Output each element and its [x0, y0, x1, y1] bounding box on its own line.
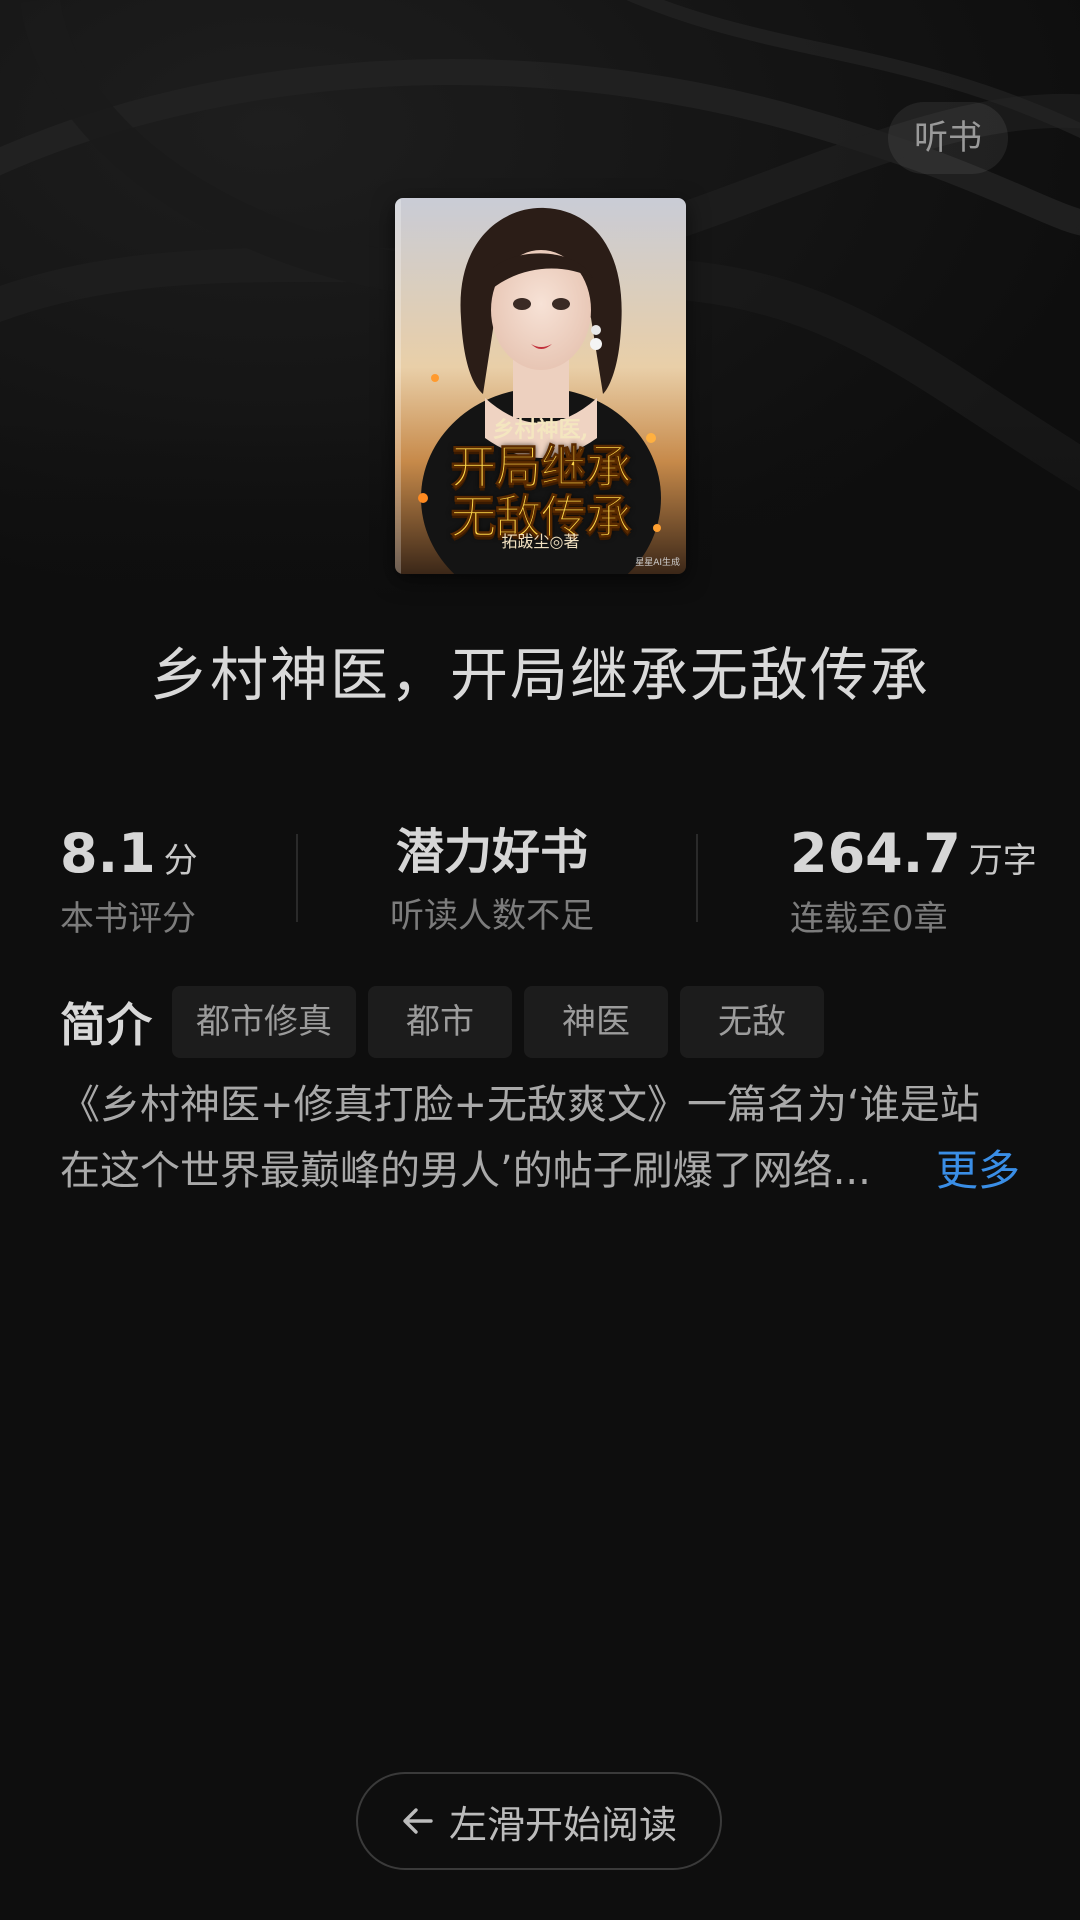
cover-author: 拓跋尘◎著	[501, 532, 580, 551]
tag-dushi-xiuzhen[interactable]: 都市修真	[172, 986, 356, 1058]
stats-row: 8.1 分 本书评分 潜力好书 听读人数不足 264.7 万字 连载至0章	[0, 812, 1080, 952]
cover-big-title-line1: 开局继承	[450, 440, 632, 494]
words-label: 连载至0章	[790, 899, 948, 939]
synopsis-line: 《乡村神医+修真打脸+无敌爽文》一篇名为‘谁是站	[60, 1082, 980, 1128]
listen-button[interactable]: 听书	[888, 102, 1008, 174]
intro-label: 简介	[60, 998, 152, 1052]
book-detail-page: 听书 乡村神医, 开局继承 无敌传承 拓跋尘◎著 星星AI生成 乡村神医，开局继…	[0, 0, 1080, 1920]
rating-label: 本书评分	[60, 899, 196, 939]
book-title: 乡村神医，开局继承无敌传承	[149, 641, 930, 709]
more-link[interactable]: 更多	[936, 1138, 1020, 1204]
synopsis-line: 在这个世界最巅峰的男人’的帖子刷爆了网络...	[60, 1148, 871, 1194]
tag-shenyi[interactable]: 神医	[524, 986, 668, 1058]
tag-wudi[interactable]: 无敌	[680, 986, 824, 1058]
arrow-left-icon	[401, 1804, 435, 1838]
stat-divider	[296, 834, 298, 922]
book-cover[interactable]: 乡村神医, 开局继承 无敌传承 拓跋尘◎著 星星AI生成	[395, 198, 686, 574]
swipe-label: 左滑开始阅读	[448, 1802, 677, 1847]
words-stat[interactable]: 264.7 万字 连载至0章	[790, 822, 1037, 940]
words-value: 264.7	[790, 822, 961, 885]
swipe-to-read-button[interactable]: 左滑开始阅读	[356, 1772, 722, 1870]
stat-divider	[696, 834, 698, 922]
synopsis[interactable]: 《乡村神医+修真打脸+无敌爽文》一篇名为‘谁是站 在这个世界最巅峰的男人’的帖子…	[60, 1072, 1020, 1204]
cover-watermark: 星星AI生成	[635, 558, 680, 568]
tag-dushi[interactable]: 都市	[368, 986, 512, 1058]
potential-label: 听读人数不足	[390, 896, 594, 936]
intro-tags-row: 简介 都市修真 都市 神医 无敌	[60, 986, 836, 1058]
rating-stat[interactable]: 8.1 分 本书评分	[60, 822, 198, 940]
potential-stat[interactable]: 潜力好书 听读人数不足	[390, 812, 594, 937]
rating-unit: 分	[163, 841, 198, 881]
potential-title: 潜力好书	[395, 824, 588, 880]
words-unit: 万字	[968, 841, 1037, 881]
rating-value: 8.1	[60, 822, 156, 885]
